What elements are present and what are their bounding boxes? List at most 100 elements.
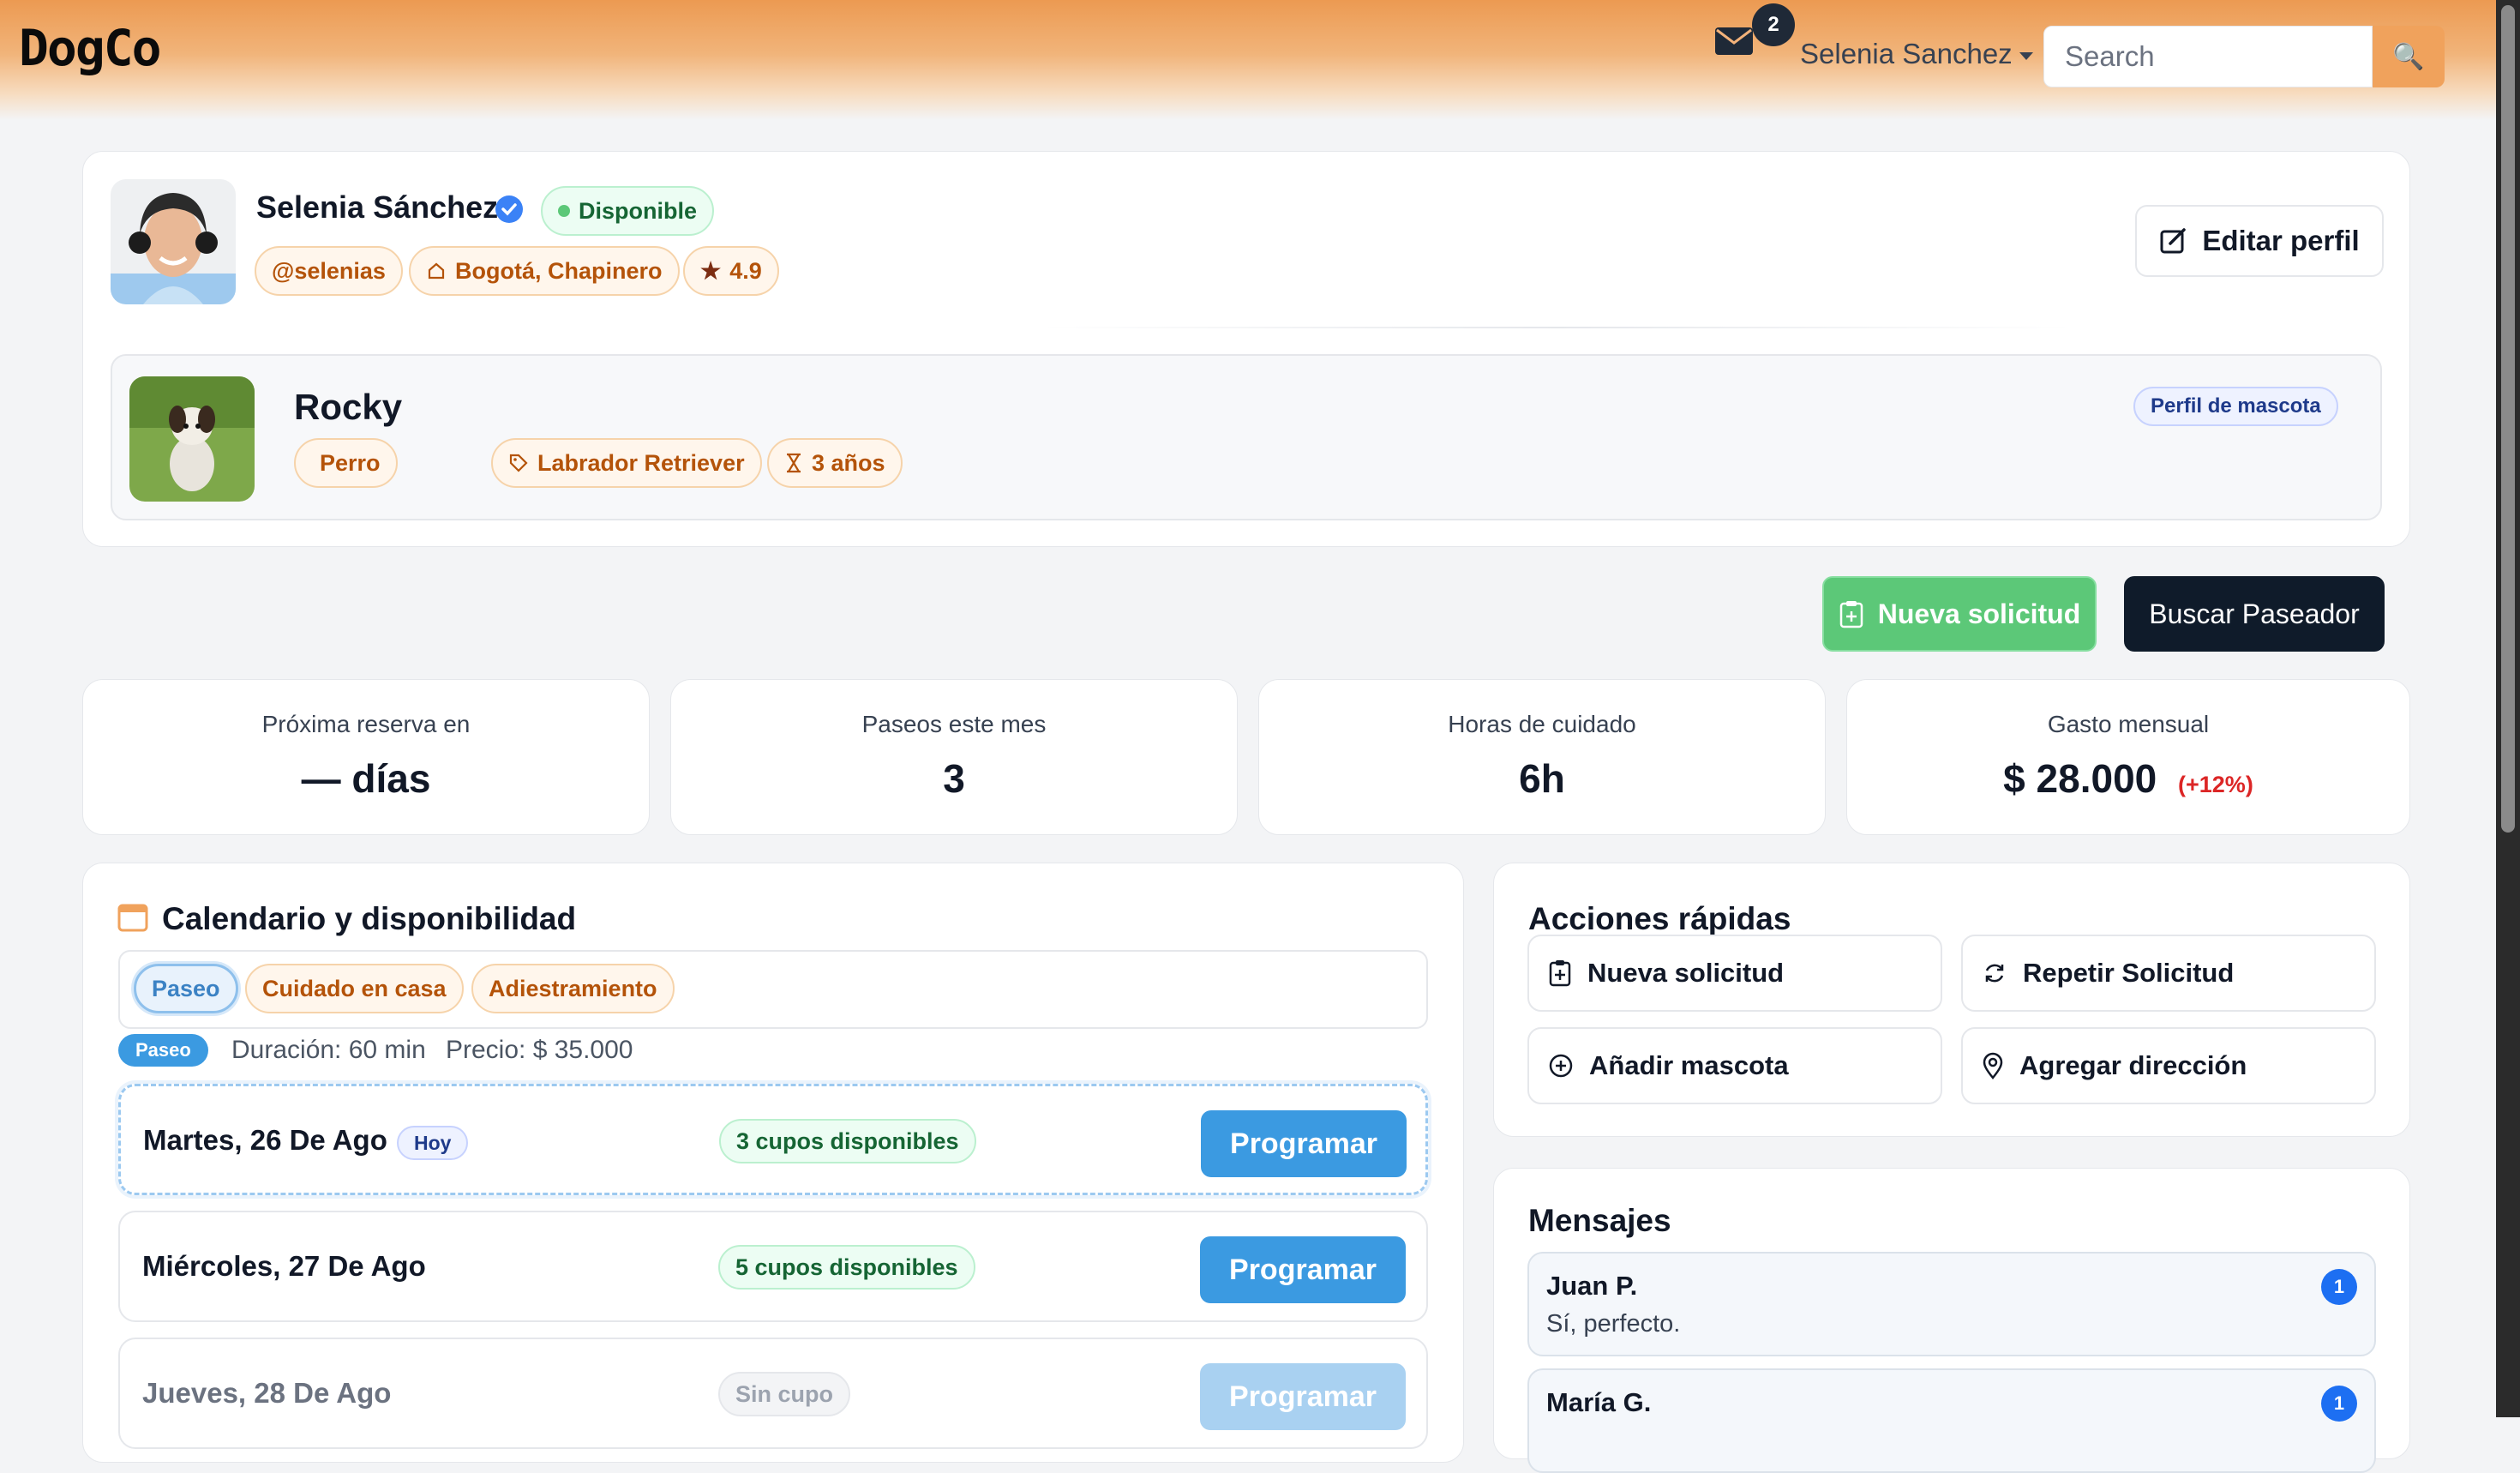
clipboard-plus-icon xyxy=(1839,601,1863,628)
location-pin-icon xyxy=(1983,1052,2003,1079)
day-row-today[interactable]: Martes, 26 De Ago Hoy 3 cupos disponible… xyxy=(118,1084,1428,1195)
day-date: Martes, 26 De Ago xyxy=(143,1124,387,1156)
today-badge: Hoy xyxy=(397,1126,469,1160)
pet-age-badge: 3 años xyxy=(767,438,903,488)
find-walker-button[interactable]: Buscar Paseador xyxy=(2124,576,2385,652)
profile-card: Selenia Sánchez Disponible @selenias Bog… xyxy=(82,151,2410,547)
user-menu-dropdown[interactable]: Selenia Sanchez xyxy=(1800,38,2033,70)
rating-badge: ★ 4.9 xyxy=(683,246,779,296)
message-preview: Sí, perfecto. xyxy=(1546,1310,1681,1338)
plus-circle-icon xyxy=(1549,1054,1573,1078)
day-date: Miércoles, 27 De Ago xyxy=(142,1250,426,1282)
stat-value: 3 xyxy=(943,756,965,801)
message-item[interactable]: María G. 1 xyxy=(1527,1368,2376,1473)
user-avatar xyxy=(111,179,236,304)
mail-count-badge: 2 xyxy=(1752,3,1795,46)
clipboard-plus-icon xyxy=(1549,960,1571,987)
stat-card-monthly-spend: Gasto mensual $ 28.000 (+12%) xyxy=(1846,679,2410,835)
quick-add-pet-button[interactable]: Añadir mascota xyxy=(1527,1027,1942,1104)
schedule-button[interactable]: Programar xyxy=(1200,1236,1406,1303)
tab-adiestramiento[interactable]: Adiestramiento xyxy=(471,964,675,1013)
stat-label: Gasto mensual xyxy=(2047,711,2210,737)
pet-breed-label: Labrador Retriever xyxy=(537,449,745,476)
pet-breed-badge: Labrador Retriever xyxy=(491,438,762,488)
availability-badge: Disponible xyxy=(541,186,715,236)
pet-photo xyxy=(129,376,255,502)
message-sender: María G. xyxy=(1546,1387,1652,1417)
new-request-label: Nueva solicitud xyxy=(1877,598,2081,629)
quick-action-label: Agregar dirección xyxy=(2019,1050,2247,1080)
search-input[interactable] xyxy=(2043,26,2373,87)
tag-icon xyxy=(509,454,528,472)
schedule-button-disabled: Programar xyxy=(1200,1363,1406,1430)
availability-label: Disponible xyxy=(579,197,698,224)
tab-paseo[interactable]: Paseo xyxy=(134,964,238,1013)
edit-profile-button[interactable]: Editar perfil xyxy=(2135,205,2384,277)
edit-icon xyxy=(2160,228,2187,254)
quick-add-address-button[interactable]: Agregar dirección xyxy=(1961,1027,2376,1104)
quick-new-request-button[interactable]: Nueva solicitud xyxy=(1527,935,1942,1012)
calendar-title: Calendario y disponibilidad xyxy=(162,901,577,936)
location-badge: Bogotá, Chapinero xyxy=(409,246,680,296)
slots-badge: Sin cupo xyxy=(718,1372,850,1416)
pet-name: Rocky xyxy=(294,387,403,427)
verified-badge-icon xyxy=(495,195,523,223)
status-dot-icon xyxy=(558,205,570,217)
stat-value: 6h xyxy=(1519,756,1565,801)
scrollbar[interactable] xyxy=(2496,0,2520,1417)
quick-action-label: Nueva solicitud xyxy=(1587,958,1785,988)
slots-badge: 5 cupos disponibles xyxy=(718,1245,975,1290)
stat-label: Próxima reserva en xyxy=(261,711,471,737)
pet-age-label: 3 años xyxy=(812,449,885,476)
stat-value: $ 28.000 xyxy=(2003,756,2157,801)
calendar-icon xyxy=(117,904,148,932)
service-duration: Duración: 60 min xyxy=(231,1036,426,1064)
service-price: Precio: $ 35.000 xyxy=(446,1036,633,1064)
new-request-button[interactable]: Nueva solicitud xyxy=(1822,576,2097,652)
location-label: Bogotá, Chapinero xyxy=(455,257,663,284)
home-icon xyxy=(428,262,445,280)
divider xyxy=(1043,327,2072,328)
message-sender: Juan P. xyxy=(1546,1271,1638,1301)
slots-badge: 3 cupos disponibles xyxy=(719,1119,976,1163)
refresh-icon xyxy=(1985,964,2004,983)
quick-actions-title: Acciones rápidas xyxy=(1528,901,1791,936)
hourglass-icon xyxy=(787,453,801,473)
day-row-unavailable: Jueves, 28 De Ago Sin cupo Programar xyxy=(118,1338,1428,1449)
brand-logo[interactable]: DogCo xyxy=(19,19,162,77)
star-icon: ★ xyxy=(700,257,722,284)
rating-value: 4.9 xyxy=(729,257,762,284)
unread-badge: 1 xyxy=(2321,1386,2357,1422)
pet-card: Rocky Perro Labrador Retriever 3 años Pe… xyxy=(111,354,2382,520)
search-icon: 🔍 xyxy=(2392,42,2425,71)
day-date: Jueves, 28 De Ago xyxy=(142,1377,392,1409)
stat-label: Paseos este mes xyxy=(861,711,1047,737)
chevron-down-icon xyxy=(2019,51,2033,60)
mail-icon[interactable] xyxy=(1714,26,1754,57)
quick-action-label: Repetir Solicitud xyxy=(2023,958,2235,988)
edit-profile-label: Editar perfil xyxy=(2202,225,2360,256)
navbar: DogCo 2 Selenia Sanchez 🔍 xyxy=(0,0,2496,120)
stat-value-row: $ 28.000 (+12%) xyxy=(1847,755,2409,802)
day-row[interactable]: Miércoles, 27 De Ago 5 cupos disponibles… xyxy=(118,1211,1428,1322)
profile-name: Selenia Sánchez xyxy=(256,189,499,225)
quick-repeat-request-button[interactable]: Repetir Solicitud xyxy=(1961,935,2376,1012)
stat-delta: (+12%) xyxy=(2178,772,2253,797)
quick-action-label: Añadir mascota xyxy=(1589,1050,1789,1080)
stat-label: Horas de cuidado xyxy=(1448,711,1636,737)
tab-cuidado-en-casa[interactable]: Cuidado en casa xyxy=(245,964,464,1013)
scrollbar-thumb[interactable] xyxy=(2501,5,2515,833)
unread-badge: 1 xyxy=(2321,1269,2357,1305)
service-tag: Paseo xyxy=(118,1034,208,1067)
schedule-button[interactable]: Programar xyxy=(1201,1110,1407,1177)
stat-card-care-hours: Horas de cuidado 6h xyxy=(1258,679,1826,835)
search-button[interactable]: 🔍 xyxy=(2373,26,2445,87)
stat-card-walks: Paseos este mes 3 xyxy=(670,679,1238,835)
user-menu-label: Selenia Sanchez xyxy=(1800,38,2013,69)
pet-profile-badge: Perfil de mascota xyxy=(2133,387,2338,426)
username-badge: @selenias xyxy=(255,246,403,296)
message-item[interactable]: Juan P. Sí, perfecto. 1 xyxy=(1527,1252,2376,1356)
messages-title: Mensajes xyxy=(1528,1203,1671,1238)
stat-value: — días xyxy=(301,756,431,801)
stat-card-next-booking: Próxima reserva en — días xyxy=(82,679,650,835)
